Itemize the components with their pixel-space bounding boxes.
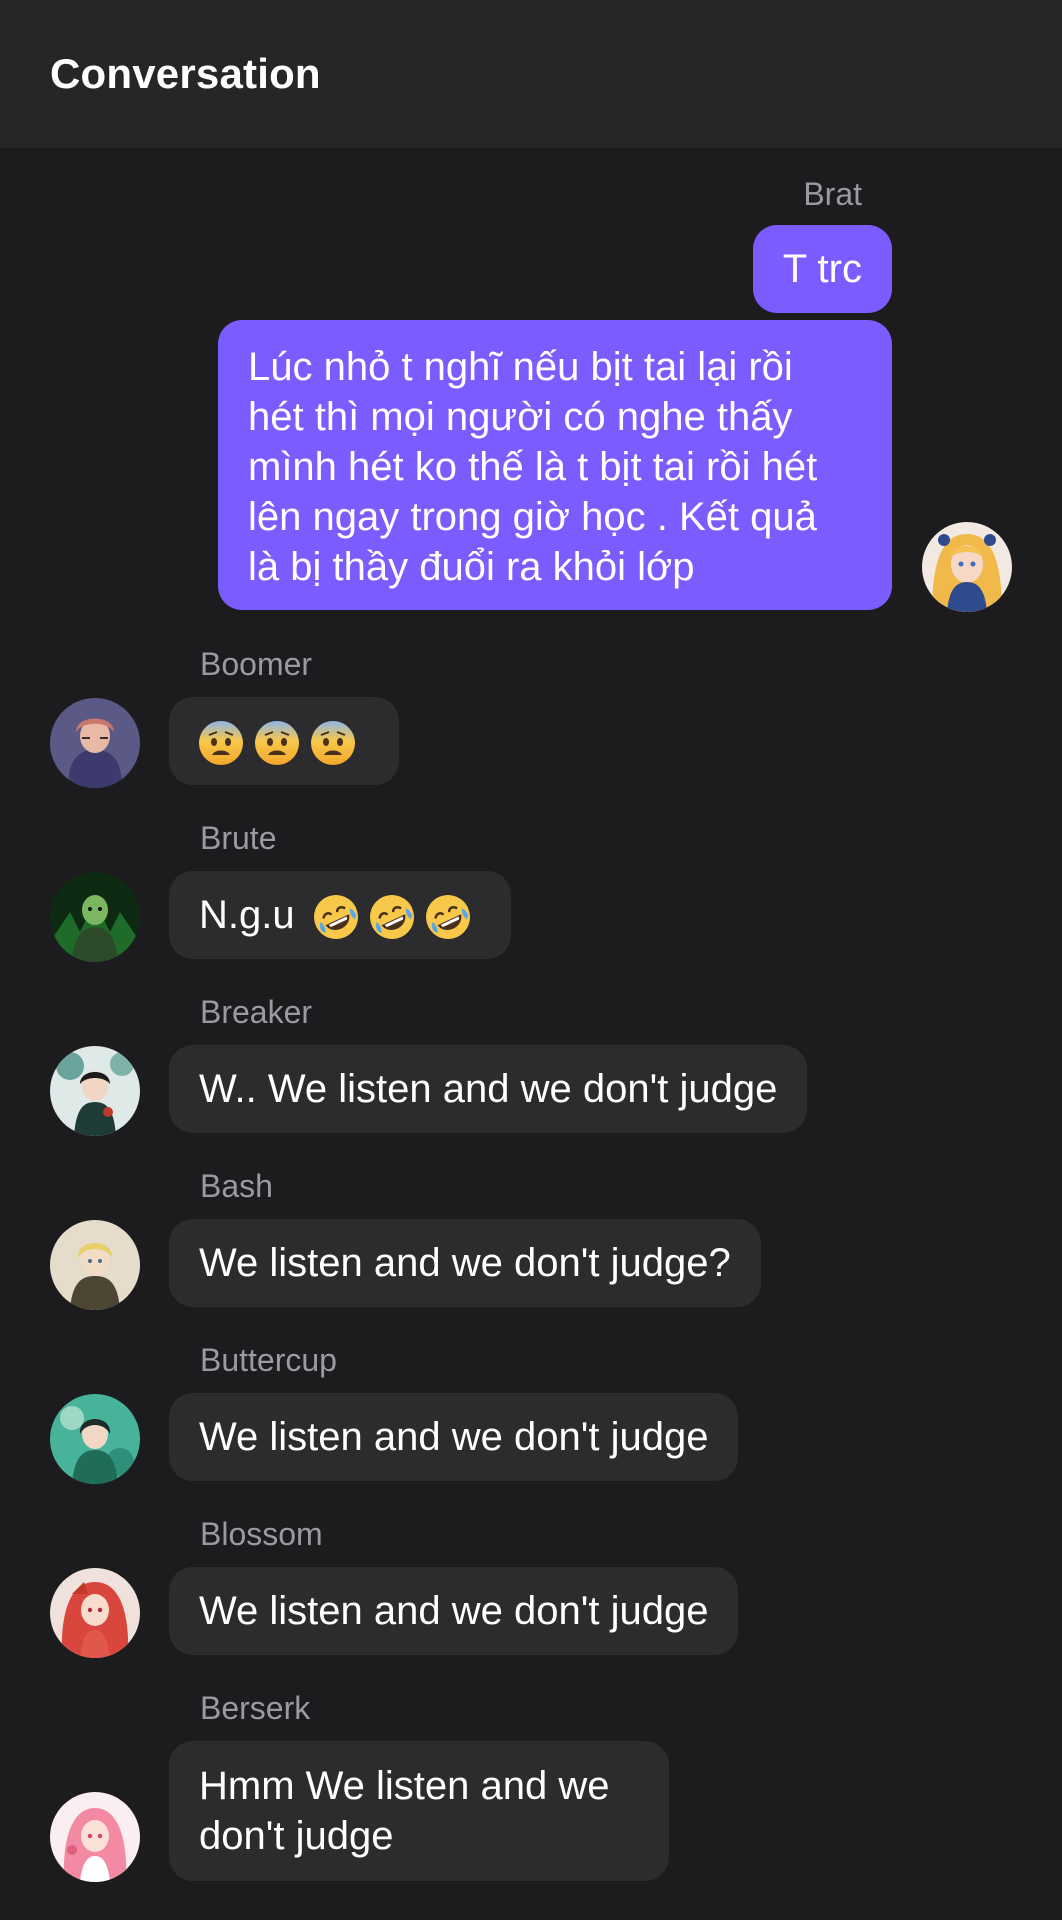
- message-text: W.. We listen and we don't judge: [199, 1067, 778, 1111]
- rolling-laughing-face-icon: [313, 895, 358, 940]
- app-header: Conversation: [0, 0, 1062, 148]
- rolling-laughing-face-icon: [425, 895, 470, 940]
- message-text-line: Hmm We listen and we: [199, 1764, 610, 1808]
- fearful-face-icon: [255, 721, 299, 766]
- message-text: We listen and we don't judge: [199, 1589, 709, 1633]
- message-bubble[interactable]: Lúc nhỏ t nghĩ nếu bịt tai lại rồi hét t…: [218, 320, 892, 610]
- avatar-brute-icon[interactable]: [50, 872, 140, 962]
- avatar-boomer-icon[interactable]: [50, 698, 140, 788]
- message-text-line: Lúc nhỏ t nghĩ nếu bịt tai lại rồi: [248, 345, 793, 389]
- message-text-line: là bị thầy đuổi ra khỏi lớp: [248, 545, 695, 589]
- sender-name: Bash: [200, 1168, 273, 1204]
- message-list[interactable]: Brat T trc Lúc nhỏ t nghĩ nếu bịt tai lạ…: [0, 148, 1062, 1920]
- sender-name: Buttercup: [200, 1342, 337, 1378]
- avatar-blonde-girl-icon[interactable]: [922, 522, 1012, 612]
- message-text: We listen and we don't judge?: [199, 1241, 731, 1285]
- message-bubble[interactable]: We listen and we don't judge: [169, 1567, 739, 1655]
- message-text-line: don't judge: [199, 1814, 394, 1858]
- message-bubble[interactable]: [169, 697, 399, 785]
- avatar-berserk-icon[interactable]: [50, 1792, 140, 1882]
- sender-name: Berserk: [200, 1690, 311, 1726]
- sender-name: Brat: [803, 176, 862, 212]
- message-bubble[interactable]: We listen and we don't judge: [169, 1393, 739, 1481]
- message-bubble[interactable]: We listen and we don't judge?: [169, 1219, 761, 1307]
- message-bubble[interactable]: T trc: [752, 225, 892, 313]
- message-text: We listen and we don't judge: [199, 1415, 709, 1459]
- message-text-line: mình hét ko thế là t bịt tai rồi hét: [248, 445, 818, 489]
- message-text: N.g.u: [199, 893, 295, 937]
- avatar-buttercup-icon[interactable]: [50, 1394, 140, 1484]
- fearful-face-icon: [311, 721, 355, 766]
- message-text-line: lên ngay trong giờ học . Kết quả: [248, 495, 817, 539]
- avatar-breaker-icon[interactable]: [50, 1046, 140, 1136]
- sender-name: Breaker: [200, 994, 313, 1030]
- message-bubble[interactable]: N.g.u: [169, 871, 511, 959]
- message-text-line: hét thì mọi người có nghe thấy: [248, 395, 793, 439]
- sender-name: Boomer: [200, 646, 313, 682]
- sender-name: Blossom: [200, 1516, 323, 1552]
- page-title: Conversation: [50, 50, 321, 97]
- fearful-face-icon: [199, 721, 243, 766]
- avatar-bash-icon[interactable]: [50, 1220, 140, 1310]
- avatar-blossom-icon[interactable]: [50, 1568, 140, 1658]
- message-text: T trc: [782, 247, 862, 291]
- message-bubble[interactable]: W.. We listen and we don't judge: [169, 1045, 808, 1133]
- rolling-laughing-face-icon: [369, 895, 414, 940]
- message-bubble[interactable]: Hmm We listen and we don't judge: [169, 1741, 669, 1881]
- sender-name: Brute: [200, 820, 277, 856]
